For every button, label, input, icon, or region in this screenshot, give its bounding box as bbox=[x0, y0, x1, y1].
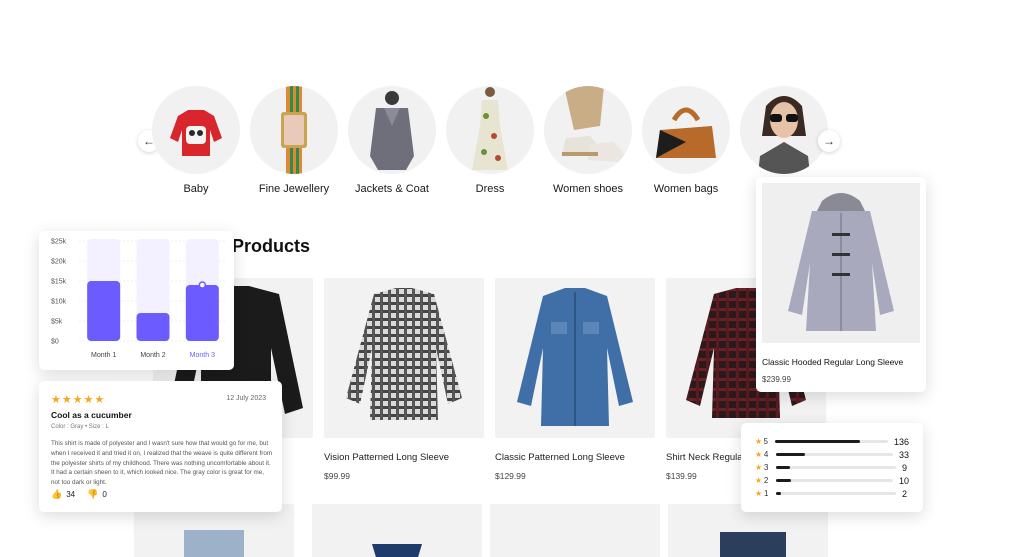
chart-x-tick-label: Month 1 bbox=[91, 352, 116, 359]
featured-product-card[interactable]: Classic Hooded Regular Long Sleeve $239.… bbox=[756, 177, 926, 392]
review-meta: Color : Gray • Size : L bbox=[51, 424, 109, 430]
review-title: Cool as a cucumber bbox=[51, 410, 132, 420]
chart-bar bbox=[136, 313, 170, 341]
category-label: Dress bbox=[475, 183, 505, 195]
chart-y-tick-label: $5k bbox=[51, 319, 63, 326]
category-label: Women shoes bbox=[552, 183, 624, 195]
revenue-chart-card: $25k $20k $15k $10k $5k $0 Month 1 Month 2 Month… bbox=[39, 231, 234, 370]
category-label: Baby bbox=[183, 183, 209, 195]
rating-bar bbox=[775, 453, 893, 456]
sunglasses-model-image bbox=[740, 86, 828, 174]
rating-distribution-card: ★ 5 136 ★ 4 33 ★ 3 9 ★ 2 10 ★ 1 2 bbox=[741, 423, 923, 512]
like-count: 34 bbox=[66, 490, 76, 499]
rating-star-number: 1 bbox=[764, 489, 769, 498]
rating-row: ★ 3 9 bbox=[755, 461, 909, 474]
category-label: Fine Jewellery bbox=[258, 183, 330, 195]
handbag-image bbox=[642, 86, 730, 174]
dislike-count: 0 bbox=[102, 490, 107, 499]
hooded-coat-image bbox=[762, 183, 920, 343]
rating-count: 136 bbox=[893, 436, 909, 447]
product-price: $99.99 bbox=[324, 471, 350, 481]
product-card-row2-3[interactable] bbox=[490, 504, 660, 557]
rating-bar bbox=[774, 440, 888, 443]
product-price: $129.99 bbox=[495, 471, 526, 481]
rating-row: ★ 2 10 bbox=[755, 474, 909, 487]
product-name: Vision Patterned Long Sleeve bbox=[324, 452, 449, 463]
rating-bar bbox=[775, 479, 893, 482]
rating-row: ★ 4 33 bbox=[755, 448, 909, 461]
coat-model-image bbox=[348, 86, 436, 174]
category-jackets-coat[interactable]: Jackets & Coat bbox=[344, 86, 440, 195]
chart-y-tick-label: $10k bbox=[51, 299, 67, 306]
rating-count: 9 bbox=[902, 462, 908, 473]
product-card-row2-2[interactable] bbox=[312, 504, 482, 557]
rating-bar-fill bbox=[776, 492, 781, 495]
rating-star-number: 3 bbox=[764, 463, 769, 472]
like-button[interactable]: 👍 34 bbox=[51, 489, 75, 500]
category-women-shoes[interactable]: Women shoes bbox=[540, 86, 636, 195]
thumbs-down-icon: 👎 bbox=[87, 489, 99, 499]
category-label: Women bags bbox=[653, 183, 719, 195]
rating-row: ★ 5 136 bbox=[755, 435, 909, 448]
category-baby[interactable]: Baby bbox=[148, 86, 244, 195]
rating-bar bbox=[776, 466, 896, 469]
star-icon: ★ bbox=[755, 437, 763, 446]
rating-count: 2 bbox=[902, 488, 908, 499]
category-women-bags[interactable]: Women bags bbox=[638, 86, 734, 195]
featured-product-price: $239.99 bbox=[762, 375, 791, 384]
product-card[interactable]: Vision Patterned Long Sleeve $99.99 bbox=[324, 278, 484, 481]
category-label: Jackets & Coat bbox=[355, 183, 429, 195]
rating-count: 10 bbox=[899, 475, 910, 486]
sweater-image bbox=[152, 86, 240, 174]
rating-bar bbox=[776, 492, 896, 495]
chart-y-tick-label: $25k bbox=[51, 239, 67, 246]
star-icon: ★ bbox=[755, 476, 763, 485]
watch-image bbox=[250, 86, 338, 174]
featured-product-name: Classic Hooded Regular Long Sleeve bbox=[762, 357, 904, 367]
chart-x-tick-label: Month 3 bbox=[190, 352, 215, 359]
carousel-next-button[interactable]: → bbox=[818, 130, 840, 152]
rating-star-number: 5 bbox=[763, 437, 768, 446]
rating-count: 33 bbox=[899, 449, 910, 460]
rating-bar-fill bbox=[776, 466, 791, 469]
sneakers-image bbox=[544, 86, 632, 174]
chart-y-tick-label: $0 bbox=[51, 339, 59, 346]
category-dress[interactable]: Dress bbox=[442, 86, 538, 195]
star-icon: ★ bbox=[755, 489, 763, 498]
section-title: Products bbox=[232, 236, 311, 256]
category-carousel: ← Baby Fine Jewellery Jackets & Coat Dre… bbox=[130, 62, 850, 202]
rating-bar-fill bbox=[775, 453, 805, 456]
chart-highlight-point bbox=[198, 281, 207, 289]
category-accessories[interactable] bbox=[736, 86, 832, 183]
rating-bar-fill bbox=[775, 479, 791, 482]
plaid-shirt-image bbox=[324, 278, 484, 438]
review-body: This shirt is made of polyester and I wa… bbox=[51, 440, 273, 487]
review-date: 12 July 2023 bbox=[226, 395, 266, 402]
chart-bar bbox=[185, 285, 219, 341]
denim-jacket-image bbox=[495, 278, 655, 438]
product-card[interactable]: Classic Patterned Long Sleeve $129.99 bbox=[495, 278, 655, 481]
dislike-button[interactable]: 👎 0 bbox=[87, 489, 107, 500]
rating-star-number: 2 bbox=[763, 476, 769, 485]
chart-y-tick-label: $20k bbox=[51, 259, 67, 266]
product-name: Classic Patterned Long Sleeve bbox=[495, 452, 625, 463]
chart-y-tick-label: $15k bbox=[51, 279, 67, 286]
category-fine-jewellery[interactable]: Fine Jewellery bbox=[246, 86, 342, 195]
rating-star-number: 4 bbox=[763, 450, 769, 459]
revenue-bar-chart: $25k $20k $15k $10k $5k $0 Month 1 Month 2 Month… bbox=[51, 239, 227, 359]
rating-row: ★ 1 2 bbox=[755, 487, 909, 500]
dress-model-image bbox=[446, 86, 534, 174]
rating-bar-fill bbox=[774, 440, 860, 443]
review-card: ★★★★★ 12 July 2023 Cool as a cucumber Co… bbox=[39, 381, 282, 512]
thumbs-up-icon: 👍 bbox=[51, 489, 63, 499]
star-icon: ★ bbox=[755, 463, 763, 472]
chart-x-tick-label: Month 2 bbox=[140, 352, 165, 359]
review-votes: 👍 34 👎 0 bbox=[51, 489, 107, 500]
star-icon: ★ bbox=[755, 450, 763, 459]
chart-bar bbox=[87, 281, 121, 341]
